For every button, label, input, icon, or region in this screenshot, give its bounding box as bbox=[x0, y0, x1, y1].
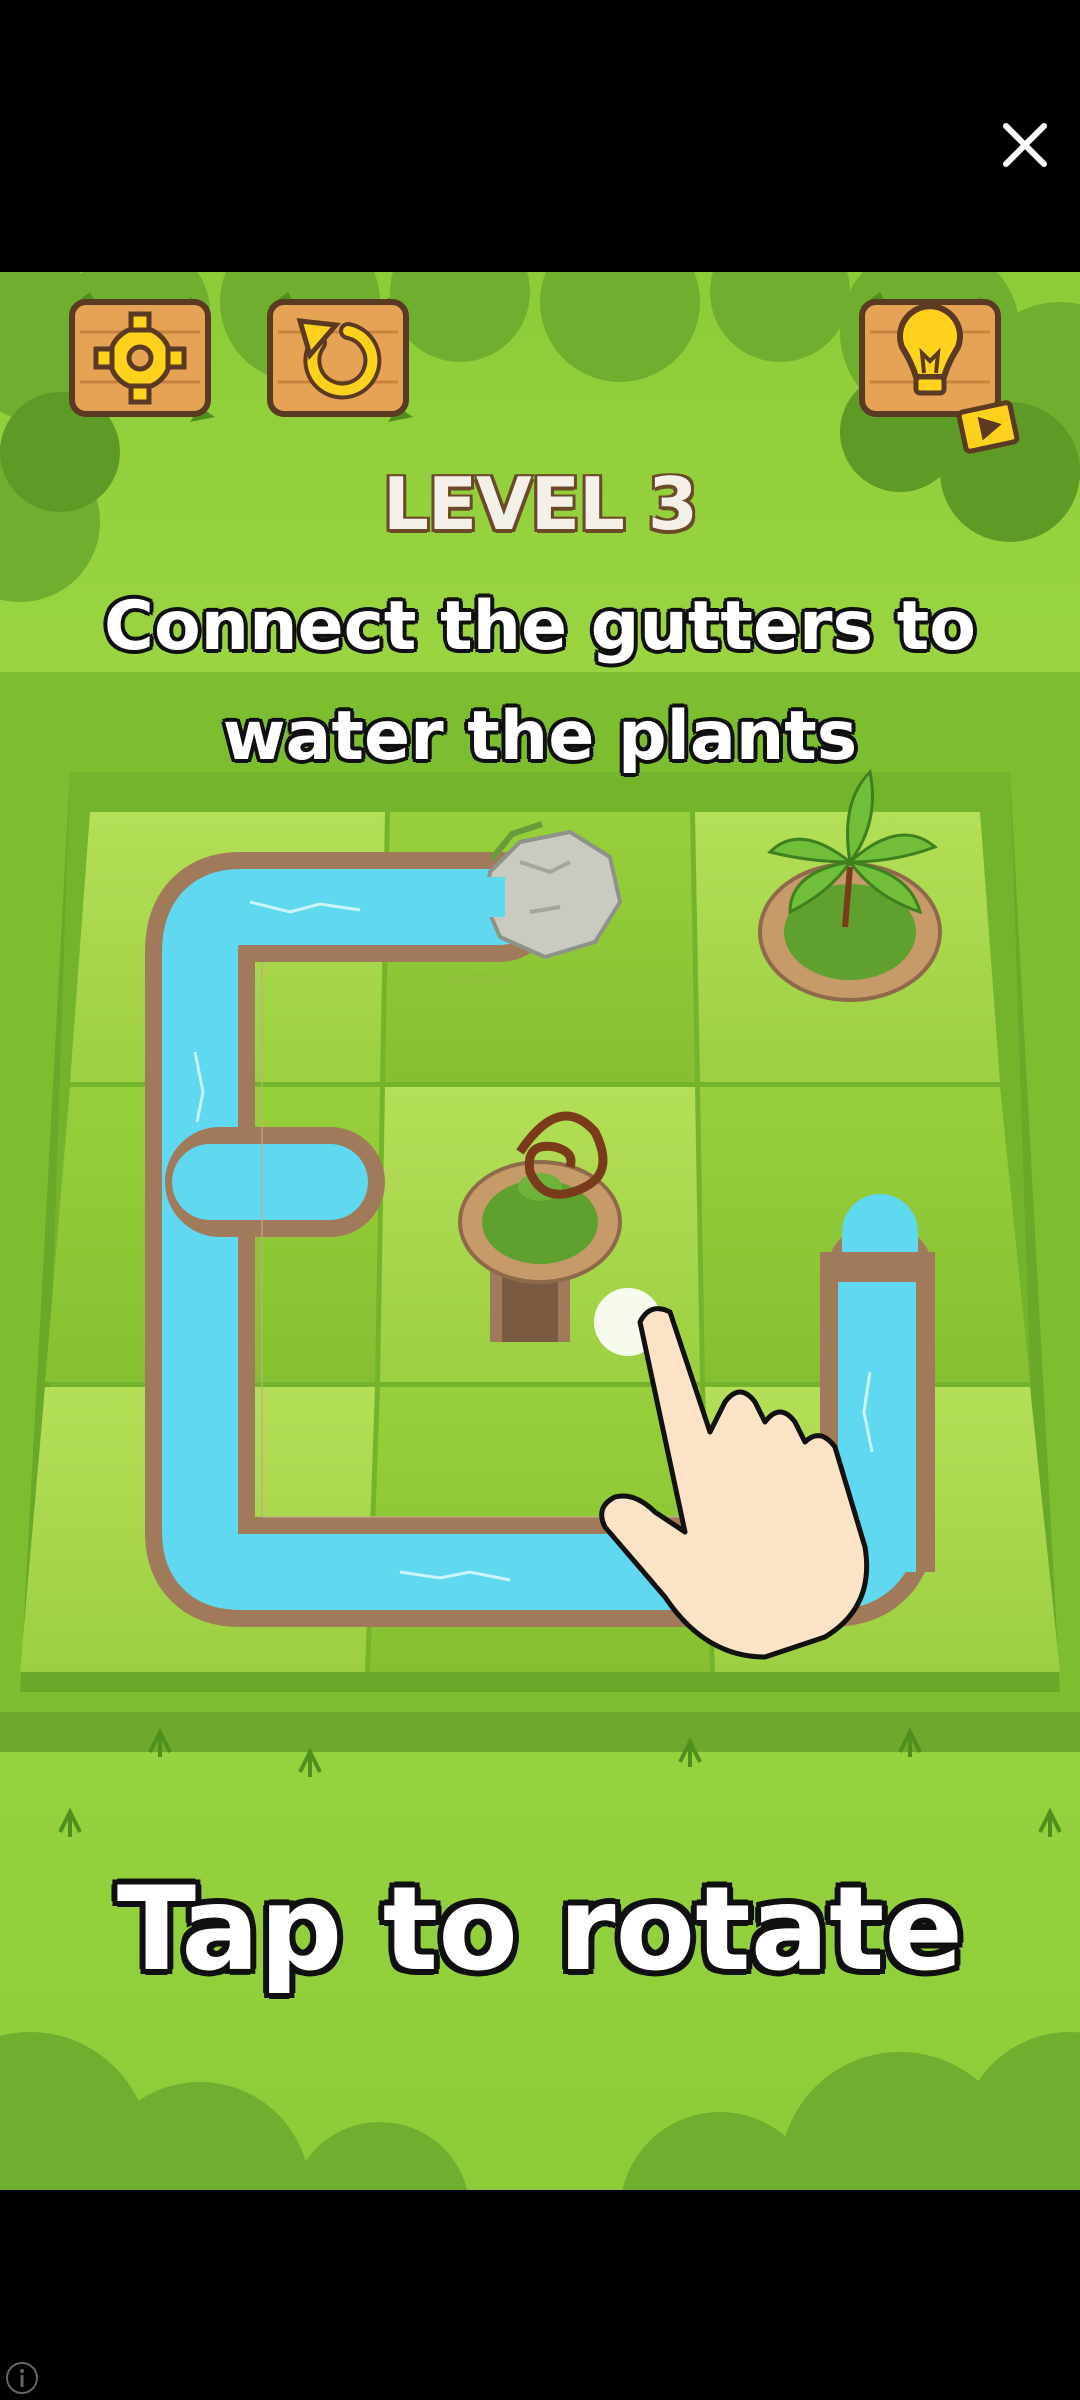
board-tile-r1-c2[interactable] bbox=[388, 812, 693, 1082]
video-play-icon bbox=[956, 400, 1020, 454]
board-tile-r3-c1[interactable] bbox=[35, 1387, 373, 1672]
hint-button[interactable] bbox=[850, 287, 1030, 457]
bottom-bushes bbox=[0, 2032, 1080, 2190]
settings-button[interactable] bbox=[60, 287, 220, 427]
level-label: LEVEL 3 bbox=[382, 462, 698, 546]
board-tile-r1-c3[interactable] bbox=[698, 812, 993, 1082]
info-icon[interactable] bbox=[4, 2360, 40, 2396]
board-tile-r1-c1[interactable] bbox=[80, 812, 380, 1082]
instruction-line-2: water the plants bbox=[222, 697, 858, 776]
close-button[interactable] bbox=[990, 110, 1060, 180]
board-tile-r3-c2[interactable] bbox=[378, 1387, 706, 1672]
board-tile-r2-c3[interactable] bbox=[703, 1087, 1018, 1382]
tutorial-text: Tap to rotate bbox=[116, 1862, 964, 1997]
game-screen: LEVEL 3 Connect the gutters to water the… bbox=[0, 272, 1080, 2190]
close-icon bbox=[1003, 123, 1047, 167]
restart-button[interactable] bbox=[258, 287, 418, 427]
instruction-line-1: Connect the gutters to bbox=[104, 587, 976, 666]
board-tile-r2-c2[interactable] bbox=[383, 1087, 698, 1382]
board-tile-r2-c1[interactable] bbox=[60, 1087, 378, 1382]
instruction-text: Connect the gutters to water the plants bbox=[20, 572, 1060, 792]
board-tile-r3-c3[interactable] bbox=[710, 1387, 1050, 1672]
